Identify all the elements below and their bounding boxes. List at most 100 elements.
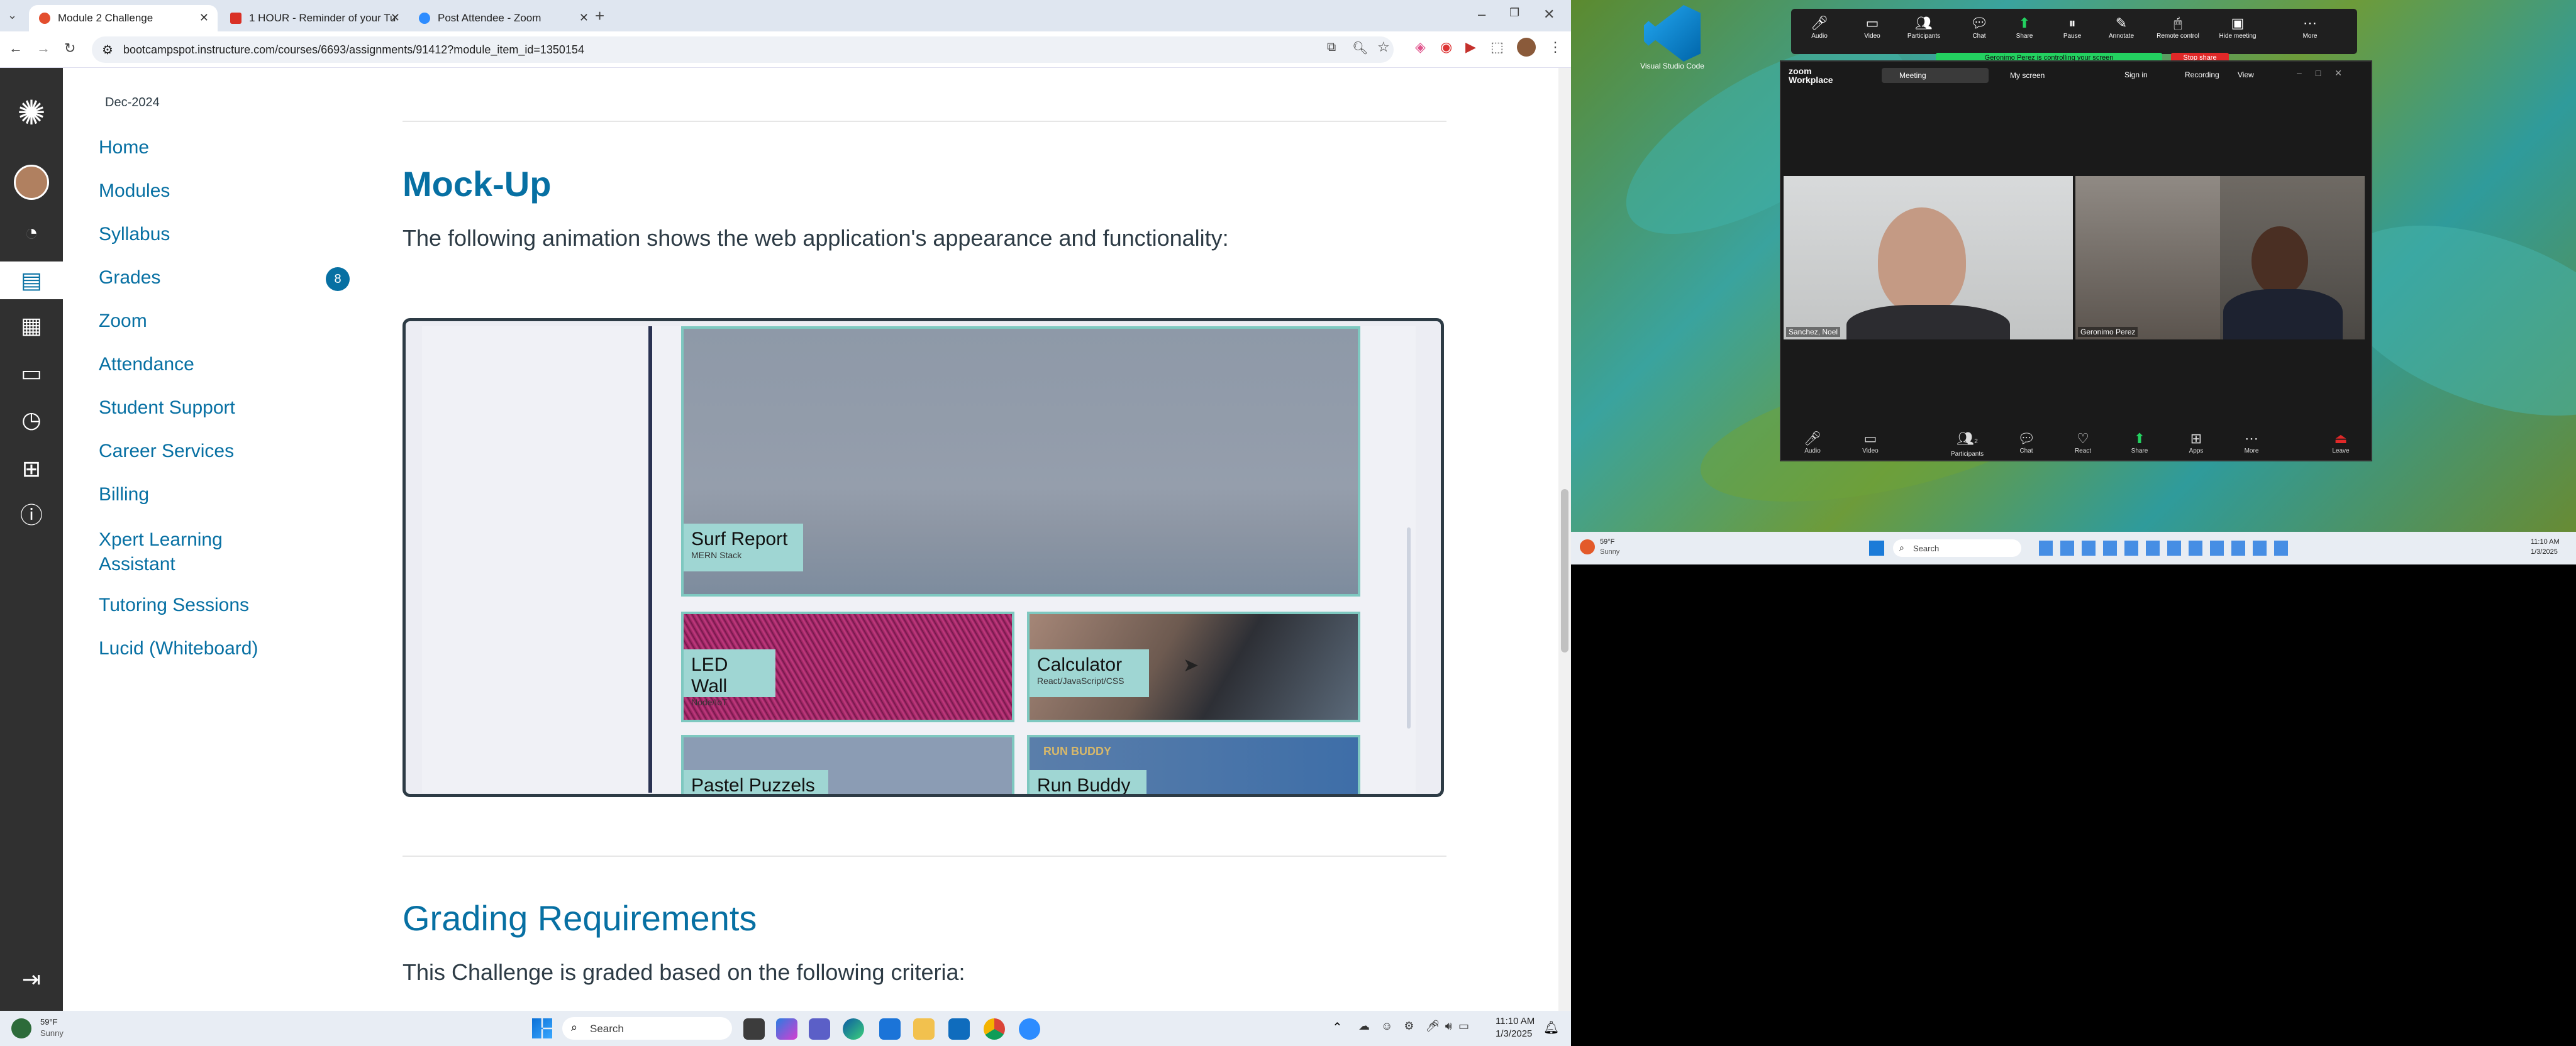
teams-icon[interactable] (809, 1018, 830, 1040)
maximize-icon[interactable]: ❐ (1509, 6, 1519, 19)
zoom-tab-meeting[interactable]: Meeting (1882, 68, 1989, 83)
zoom-share-button[interactable]: ⬆ Share (2121, 430, 2158, 454)
nav-zoom[interactable]: Zoom (99, 311, 147, 332)
calendar-icon[interactable]: ▦ (13, 307, 50, 344)
zoom-app-icon[interactable] (1019, 1018, 1040, 1040)
video-tile-geronimo[interactable]: Geronimo Perez (2075, 176, 2365, 339)
window-controls[interactable]: –□✕ (2297, 68, 2356, 79)
nav-tutoring-sessions[interactable]: Tutoring Sessions (99, 595, 249, 616)
forward-icon[interactable]: → (36, 40, 50, 57)
nav-career-services[interactable]: Career Services (99, 441, 234, 462)
tray-chevron-icon[interactable]: ⌃ (1332, 1020, 1343, 1035)
folder-icon[interactable] (913, 1018, 935, 1040)
courses-icon[interactable]: ▤ (0, 262, 63, 299)
close-window-icon[interactable]: ✕ (1543, 6, 1555, 23)
view-button[interactable]: View (2238, 70, 2254, 79)
tool-participants[interactable]: 👥︎ Participants (1902, 14, 1946, 40)
new-tab-icon[interactable]: + (595, 6, 604, 26)
account-avatar[interactable] (13, 163, 50, 201)
profile-avatar[interactable] (1517, 38, 1536, 57)
zoom-react-button[interactable]: ♡ React (2064, 430, 2102, 454)
weather-icon[interactable] (11, 1018, 31, 1038)
outlook-icon[interactable] (948, 1018, 970, 1040)
tool-pause[interactable]: ⏸︎ Pause (2050, 14, 2094, 40)
zoom-icon[interactable]: 🔍︎ (1352, 40, 1368, 56)
start-button[interactable] (532, 1018, 552, 1038)
help-icon[interactable]: ⓘ (13, 497, 50, 534)
nav-grades[interactable]: Grades (99, 267, 160, 289)
close-tab-icon[interactable]: ✕ (199, 11, 209, 25)
back-icon[interactable]: ← (9, 40, 23, 57)
taskbar-search[interactable]: ⌕ Search (1893, 539, 2021, 557)
tool-share[interactable]: ⬆ Share (2002, 14, 2046, 40)
start-button[interactable] (1869, 541, 1884, 556)
zoom-audio-button[interactable]: 🎤︎ Audio (1794, 430, 1831, 454)
url-field[interactable]: ⚙ bootcampspot.instructure.com/courses/6… (92, 36, 1394, 63)
nav-home[interactable]: Home (99, 137, 149, 158)
zoom-participants-button[interactable]: 👥︎2 Participants (1942, 430, 1992, 458)
video-tile-sanchez[interactable]: Sanchez, Noel (1784, 176, 2073, 339)
sign-in-link[interactable]: Sign in (2124, 70, 2148, 79)
nav-attendance[interactable]: Attendance (99, 354, 194, 375)
nav-lucid-whiteboard[interactable]: Lucid (Whiteboard) (99, 638, 258, 659)
notification-bell-icon[interactable]: 🔔︎ (1543, 1020, 1559, 1035)
zoom-tab-my-screen[interactable]: My screen (1992, 68, 2080, 83)
studio-icon[interactable]: ⊞ (13, 450, 50, 488)
page-scrollbar[interactable] (1558, 68, 1571, 1011)
menu-dots-icon[interactable]: ⋮ (1548, 39, 1562, 55)
extension-icon[interactable]: ◉ (1440, 39, 1452, 55)
tool-chat[interactable]: 💬︎ Chat (1957, 14, 2001, 40)
nav-syllabus[interactable]: Syllabus (99, 224, 170, 245)
reload-icon[interactable]: ↻ (64, 40, 75, 57)
mockup-scrollbar[interactable] (1407, 527, 1411, 729)
extension-icon[interactable]: ▶ (1465, 39, 1476, 55)
edge-icon[interactable] (843, 1018, 864, 1040)
minimize-icon[interactable]: – (1478, 6, 1485, 23)
weather-icon[interactable] (1580, 539, 1595, 554)
nav-xpert-learning-assistant[interactable]: Xpert Learning Assistant (99, 527, 223, 576)
clock-date[interactable]: 1/3/2025 (1496, 1028, 1532, 1039)
tool-more[interactable]: ⋯ More (2288, 14, 2332, 40)
tool-video[interactable]: ▭ Video (1850, 14, 1894, 40)
nav-student-support[interactable]: Student Support (99, 397, 235, 419)
zoom-leave-button[interactable]: ⏏ Leave (2322, 430, 2360, 454)
canvas-logo-icon[interactable]: ✺ (13, 94, 50, 132)
copilot-icon[interactable] (776, 1018, 797, 1040)
close-tab-icon[interactable]: ✕ (391, 11, 400, 25)
tool-hide-meeting[interactable]: ▣ Hide meeting (2212, 14, 2263, 40)
wifi-volume-battery-icons[interactable]: ◠🔊︎▭ (1429, 1020, 1475, 1033)
file-explorer-icon[interactable] (743, 1018, 765, 1040)
collapse-nav-icon[interactable]: ⇥ (13, 961, 50, 998)
tool-annotate[interactable]: ✎ Annotate (2099, 14, 2143, 40)
inbox-icon[interactable]: ▭ (13, 355, 50, 392)
tab-reminder[interactable]: 1 HOUR - Reminder of your Tu ✕ (220, 5, 409, 31)
clock-time[interactable]: 11:10 AM (2531, 538, 2560, 546)
nav-billing[interactable]: Billing (99, 484, 149, 505)
tool-remote-control[interactable]: 🖱︎ Remote control (2150, 14, 2206, 40)
close-tab-icon[interactable]: ✕ (579, 11, 589, 25)
bookmark-star-icon[interactable]: ☆ (1377, 39, 1390, 55)
store-icon[interactable] (879, 1018, 901, 1040)
tab-zoom-attendee[interactable]: Post Attendee - Zoom ✕ (409, 5, 597, 31)
zoom-apps-button[interactable]: ⊞ Apps (2177, 430, 2215, 454)
extension-icon[interactable]: ◈ (1415, 39, 1426, 55)
site-info-icon[interactable]: ⚙ (102, 42, 113, 58)
tool-audio[interactable]: 🎤︎ Audio (1797, 14, 1841, 40)
zoom-video-button[interactable]: ▭ Video (1852, 430, 1889, 454)
taskbar-app-icons[interactable] (2039, 541, 2290, 556)
clock-time[interactable]: 11:10 AM (1496, 1016, 1535, 1027)
chrome-icon[interactable] (984, 1018, 1005, 1040)
taskbar-search[interactable]: ⌕ Search (562, 1017, 732, 1040)
nav-modules[interactable]: Modules (99, 180, 170, 202)
install-app-icon[interactable]: ⧉ (1327, 40, 1336, 55)
tab-search-icon[interactable]: ⌄ (8, 9, 17, 22)
scrollbar-thumb[interactable] (1561, 489, 1568, 652)
dashboard-icon[interactable]: ◔ (13, 214, 50, 251)
extensions-puzzle-icon[interactable]: ⬚ (1491, 39, 1504, 55)
recording-indicator[interactable]: Recording (2185, 70, 2219, 79)
zoom-more-button[interactable]: ⋯ More (2233, 430, 2270, 454)
vscode-desktop-icon[interactable]: Visual Studio Code (1638, 5, 1707, 74)
zoom-chat-button[interactable]: 💬︎ Chat (2007, 430, 2045, 454)
tab-module-2-challenge[interactable]: Module 2 Challenge ✕ (29, 5, 218, 31)
clock-date[interactable]: 1/3/2025 (2531, 548, 2558, 556)
